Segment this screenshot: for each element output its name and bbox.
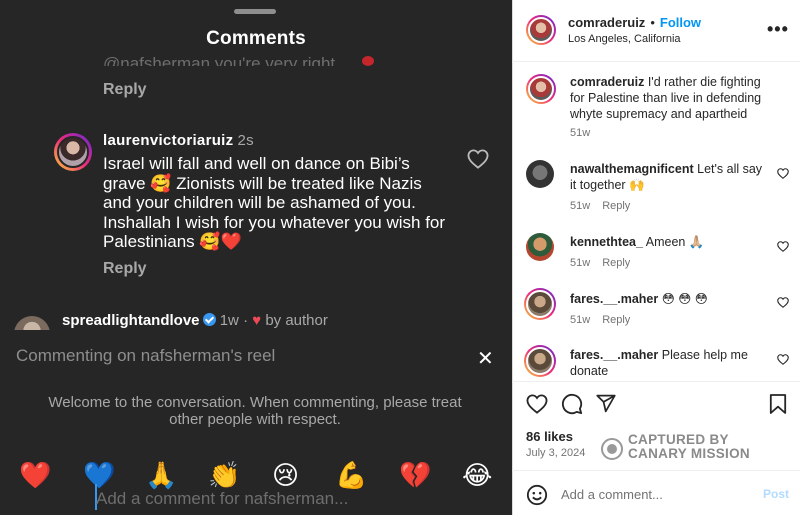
comment-time: 2s bbox=[237, 132, 254, 149]
verified-badge-icon bbox=[202, 313, 216, 326]
post-header: comraderuiz • Follow bbox=[568, 15, 702, 30]
emoji-cry[interactable]: 😢 bbox=[272, 460, 299, 492]
avatar[interactable] bbox=[526, 74, 556, 104]
comment-time: 51w bbox=[570, 200, 591, 212]
owner-username[interactable]: comraderuiz bbox=[568, 15, 645, 30]
list-item: fares.__.maher 😳 😳 😳 bbox=[570, 291, 770, 307]
reply-button[interactable]: Reply bbox=[602, 200, 630, 212]
caption-time: 51w bbox=[570, 127, 591, 139]
canary-logo-icon bbox=[601, 438, 623, 460]
watermark-line-1: CAPTURED BY bbox=[628, 432, 729, 447]
compose-context-label: Commenting on nafsherman's reel bbox=[16, 346, 276, 365]
comment-username[interactable]: nawalthemagnificent bbox=[570, 162, 694, 176]
comment-author[interactable]: laurenvictoriaruiz 2s bbox=[103, 132, 254, 149]
comment-text: Ameen 🙏🏼 bbox=[645, 235, 705, 249]
welcome-message: Welcome to the conversation. When commen… bbox=[48, 394, 462, 428]
post-location[interactable]: Los Angeles, California bbox=[568, 33, 681, 45]
reply-button[interactable]: Reply bbox=[602, 314, 630, 326]
avatar[interactable] bbox=[526, 233, 554, 261]
comment-username[interactable]: spreadlightandlove bbox=[62, 312, 200, 329]
emoji-laugh[interactable]: 😂 bbox=[462, 460, 492, 492]
like-heart-icon[interactable] bbox=[526, 394, 548, 414]
like-heart-icon[interactable] bbox=[777, 168, 789, 179]
close-icon[interactable]: ✕ bbox=[477, 346, 494, 371]
comment-text: 😳 😳 😳 bbox=[661, 292, 708, 306]
bookmark-icon[interactable] bbox=[769, 394, 787, 414]
owner-avatar[interactable] bbox=[526, 15, 556, 45]
comment-author[interactable]: spreadlightandlove 1w · ♥ by author bbox=[62, 312, 328, 329]
emoji-broken-heart[interactable]: 💔 bbox=[399, 460, 431, 492]
add-comment-input[interactable]: Add a comment... bbox=[561, 487, 663, 502]
reply-button[interactable]: Reply bbox=[103, 260, 147, 278]
post-caption: comraderuiz I'd rather die fighting for … bbox=[570, 74, 770, 122]
caption-meta: 51w bbox=[570, 127, 602, 139]
watermark-text: CAPTURED BY CANARY MISSION bbox=[628, 433, 750, 461]
emoji-pray[interactable]: 🙏 bbox=[145, 460, 177, 492]
mobile-comments-sheet: Comments @nafsherman you're very right R… bbox=[0, 0, 512, 515]
list-item: kennethtea_ Ameen 🙏🏼 bbox=[570, 234, 770, 250]
comment-meta: 51w Reply bbox=[570, 257, 642, 269]
like-heart-icon[interactable] bbox=[777, 354, 789, 365]
sheet-title: Comments bbox=[206, 28, 306, 49]
avatar[interactable] bbox=[54, 133, 92, 171]
post-button[interactable]: Post bbox=[763, 487, 789, 501]
follow-button[interactable]: Follow bbox=[660, 15, 701, 30]
like-heart-icon[interactable] bbox=[777, 241, 789, 252]
comment-time: 51w bbox=[570, 257, 591, 269]
comment-username[interactable]: kennethtea_ bbox=[570, 235, 643, 249]
divider bbox=[512, 381, 800, 382]
more-options-icon[interactable]: ••• bbox=[767, 19, 789, 40]
post-date: July 3, 2024 bbox=[526, 447, 586, 459]
avatar[interactable] bbox=[14, 316, 50, 330]
share-send-icon[interactable] bbox=[595, 393, 617, 414]
avatar[interactable] bbox=[524, 345, 556, 377]
avatar[interactable] bbox=[524, 288, 556, 320]
emoji-blue-heart[interactable]: 💙 bbox=[83, 460, 115, 492]
comment-username[interactable]: fares.__.maher bbox=[570, 348, 658, 362]
emoji-clap[interactable]: 👏 bbox=[208, 460, 240, 492]
reply-button[interactable]: Reply bbox=[103, 81, 147, 99]
comment-username[interactable]: laurenvictoriaruiz bbox=[103, 132, 233, 149]
reply-button[interactable]: Reply bbox=[602, 257, 630, 269]
emoji-muscle[interactable]: 💪 bbox=[335, 460, 367, 492]
list-item: fares.__.maher Please help me donate bbox=[570, 347, 755, 379]
add-comment-input[interactable]: Add a comment for nafsherman... bbox=[96, 489, 348, 509]
list-item: nawalthemagnificent Let's all say it tog… bbox=[570, 161, 770, 193]
comment-time: 51w bbox=[570, 314, 591, 326]
comment-time: 1w bbox=[219, 312, 239, 329]
divider bbox=[512, 61, 800, 62]
caption-username[interactable]: comraderuiz bbox=[570, 75, 644, 89]
watermark-line-2: CANARY MISSION bbox=[628, 446, 750, 461]
like-heart-icon[interactable] bbox=[467, 149, 489, 169]
by-author-label: by author bbox=[265, 312, 328, 329]
divider bbox=[512, 470, 800, 471]
emoji-smiley-icon[interactable] bbox=[526, 484, 548, 506]
comment-meta: 51w Reply bbox=[570, 200, 642, 212]
comment-meta: 51w Reply bbox=[570, 314, 642, 326]
author-heart-icon: ♥ bbox=[252, 312, 262, 329]
like-count[interactable]: 86 likes bbox=[526, 429, 573, 444]
sheet-drag-handle[interactable] bbox=[234, 9, 276, 14]
comment-text: Israel will fall and well on dance on Bi… bbox=[103, 154, 446, 251]
comment-bubble-icon[interactable] bbox=[561, 393, 583, 415]
avatar[interactable] bbox=[526, 160, 554, 188]
heart-emoji-icon bbox=[362, 56, 374, 66]
like-heart-icon[interactable] bbox=[777, 297, 789, 308]
emoji-red-heart[interactable]: ❤️ bbox=[19, 460, 51, 492]
comment-username[interactable]: fares.__.maher bbox=[570, 292, 658, 306]
scrolled-comment-text: @nafsherman you're very right bbox=[103, 54, 336, 66]
